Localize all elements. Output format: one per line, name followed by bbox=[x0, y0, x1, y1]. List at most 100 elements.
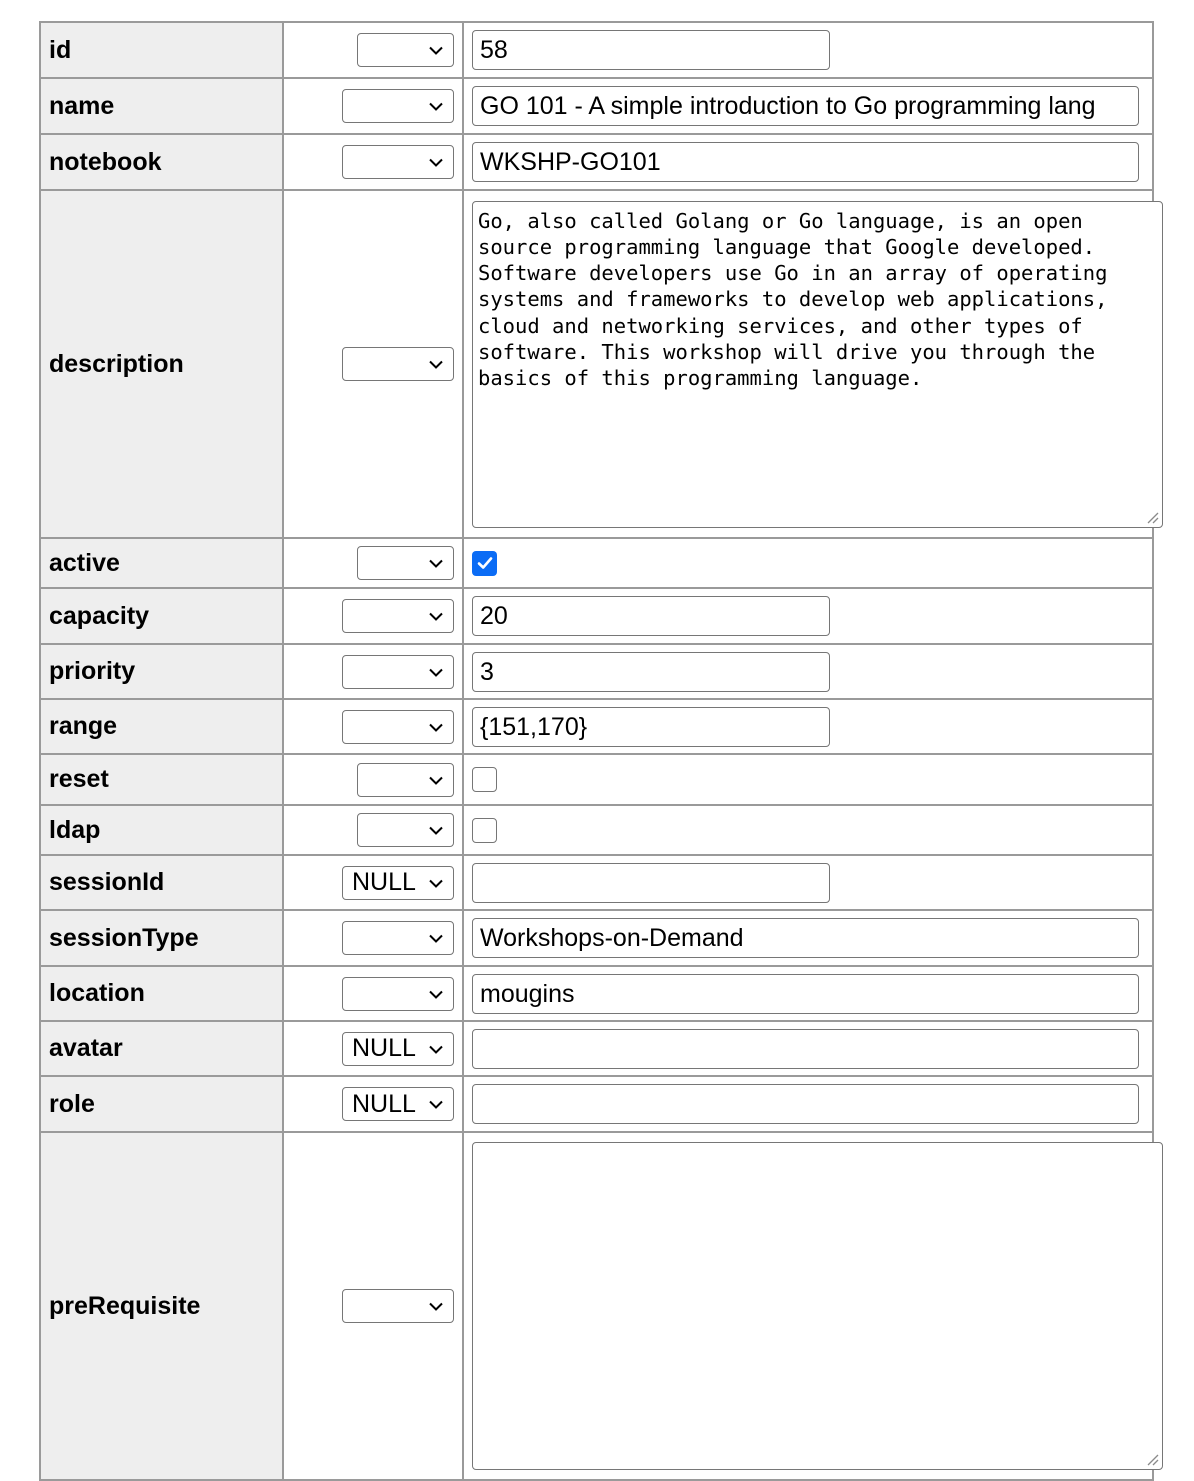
function-cell bbox=[282, 909, 464, 967]
value-cell: WKSHP-GO101 bbox=[462, 133, 1154, 191]
function-select-value: NULL bbox=[352, 868, 416, 896]
function-select[interactable] bbox=[357, 546, 454, 580]
value-cell: {151,170} bbox=[462, 698, 1154, 755]
row-id: id 58 bbox=[39, 21, 1154, 79]
function-cell bbox=[282, 537, 464, 589]
capacity-input[interactable]: 20 bbox=[472, 596, 830, 636]
row-avatar: avatar NULL bbox=[39, 1020, 1154, 1077]
row-name: name GO 101 - A simple introduction to G… bbox=[39, 77, 1154, 135]
chevron-down-icon bbox=[429, 559, 443, 568]
row-preRequisite: preRequisite bbox=[39, 1131, 1163, 1481]
resize-grip-icon[interactable] bbox=[1145, 510, 1159, 524]
row-capacity: capacity 20 bbox=[39, 587, 1154, 645]
chevron-down-icon bbox=[429, 360, 443, 369]
role-input[interactable] bbox=[472, 1084, 1139, 1124]
field-label: capacity bbox=[39, 587, 284, 645]
row-priority: priority 3 bbox=[39, 643, 1154, 700]
chevron-down-icon bbox=[429, 776, 443, 785]
value-cell: 3 bbox=[462, 643, 1154, 700]
chevron-down-icon bbox=[429, 668, 443, 677]
function-select[interactable] bbox=[342, 599, 454, 633]
chevron-down-icon bbox=[429, 826, 443, 835]
function-cell bbox=[282, 804, 464, 856]
chevron-down-icon bbox=[429, 46, 443, 55]
reset-checkbox[interactable] bbox=[472, 767, 497, 792]
field-label: ldap bbox=[39, 804, 284, 856]
range-input[interactable]: {151,170} bbox=[472, 706, 830, 747]
row-notebook: notebook WKSHP-GO101 bbox=[39, 133, 1154, 191]
function-cell: NULL bbox=[282, 1075, 464, 1133]
field-label: sessionType bbox=[39, 909, 284, 967]
field-label: range bbox=[39, 698, 284, 755]
value-cell: GO 101 - A simple introduction to Go pro… bbox=[462, 77, 1154, 135]
chevron-down-icon bbox=[429, 879, 443, 888]
row-location: location mougins bbox=[39, 965, 1154, 1022]
function-cell bbox=[282, 189, 464, 539]
chevron-down-icon bbox=[429, 723, 443, 732]
value-cell: Workshops-on-Demand bbox=[462, 909, 1154, 967]
checkmark-icon bbox=[477, 557, 492, 569]
function-cell bbox=[282, 133, 464, 191]
function-select[interactable] bbox=[342, 1289, 454, 1323]
value-cell bbox=[462, 753, 1154, 806]
row-range: range {151,170} bbox=[39, 698, 1154, 755]
function-select[interactable] bbox=[357, 762, 454, 797]
row-active: active bbox=[39, 537, 1154, 589]
chevron-down-icon bbox=[429, 1045, 443, 1054]
function-select[interactable] bbox=[342, 709, 454, 744]
function-select[interactable]: NULL bbox=[342, 865, 454, 900]
priority-input[interactable]: 3 bbox=[472, 651, 830, 692]
value-cell: 58 bbox=[462, 21, 1154, 79]
function-cell bbox=[282, 1131, 464, 1481]
value-cell bbox=[462, 1131, 1163, 1481]
ldap-checkbox[interactable] bbox=[472, 817, 497, 843]
function-select[interactable] bbox=[342, 89, 454, 123]
function-cell bbox=[282, 643, 464, 700]
record-edit-table: id 58 name GO 101 - A simple introductio… bbox=[39, 21, 1163, 1481]
field-label: role bbox=[39, 1075, 284, 1133]
function-select[interactable] bbox=[357, 33, 454, 67]
preRequisite-textarea[interactable] bbox=[472, 1142, 1163, 1470]
chevron-down-icon bbox=[429, 102, 443, 111]
sessionId-input[interactable] bbox=[472, 862, 830, 903]
description-textarea[interactable]: Go, also called Golang or Go language, i… bbox=[472, 200, 1163, 528]
function-select[interactable] bbox=[357, 813, 454, 847]
field-label: notebook bbox=[39, 133, 284, 191]
sessionType-input[interactable]: Workshops-on-Demand bbox=[472, 918, 1139, 958]
chevron-down-icon bbox=[429, 612, 443, 621]
function-select[interactable]: NULL bbox=[342, 1087, 454, 1121]
id-input[interactable]: 58 bbox=[472, 30, 830, 70]
field-label: avatar bbox=[39, 1020, 284, 1077]
notebook-input[interactable]: WKSHP-GO101 bbox=[472, 142, 1139, 182]
value-cell: Go, also called Golang or Go language, i… bbox=[462, 189, 1163, 539]
function-select[interactable] bbox=[342, 347, 454, 381]
chevron-down-icon bbox=[429, 1100, 443, 1109]
active-checkbox[interactable] bbox=[472, 550, 497, 576]
function-cell bbox=[282, 965, 464, 1022]
field-label: id bbox=[39, 21, 284, 79]
field-label: priority bbox=[39, 643, 284, 700]
description-text: Go, also called Golang or Go language, i… bbox=[478, 208, 1120, 391]
row-reset: reset bbox=[39, 753, 1154, 806]
field-label: preRequisite bbox=[39, 1131, 284, 1481]
avatar-input[interactable] bbox=[472, 1028, 1139, 1069]
function-select[interactable] bbox=[342, 976, 454, 1011]
function-select[interactable]: NULL bbox=[342, 1031, 454, 1066]
row-role: role NULL bbox=[39, 1075, 1154, 1133]
function-select[interactable] bbox=[342, 921, 454, 955]
function-cell bbox=[282, 77, 464, 135]
row-ldap: ldap bbox=[39, 804, 1154, 856]
location-input[interactable]: mougins bbox=[472, 973, 1139, 1014]
function-select[interactable] bbox=[342, 145, 454, 179]
function-select-value: NULL bbox=[352, 1034, 416, 1062]
value-cell bbox=[462, 854, 1154, 911]
function-select[interactable] bbox=[342, 654, 454, 689]
value-cell: mougins bbox=[462, 965, 1154, 1022]
resize-grip-icon[interactable] bbox=[1145, 1452, 1159, 1466]
value-cell bbox=[462, 537, 1154, 589]
name-input[interactable]: GO 101 - A simple introduction to Go pro… bbox=[472, 86, 1139, 126]
function-cell: NULL bbox=[282, 1020, 464, 1077]
value-cell bbox=[462, 1075, 1154, 1133]
chevron-down-icon bbox=[429, 934, 443, 943]
row-sessionId: sessionId NULL bbox=[39, 854, 1154, 911]
